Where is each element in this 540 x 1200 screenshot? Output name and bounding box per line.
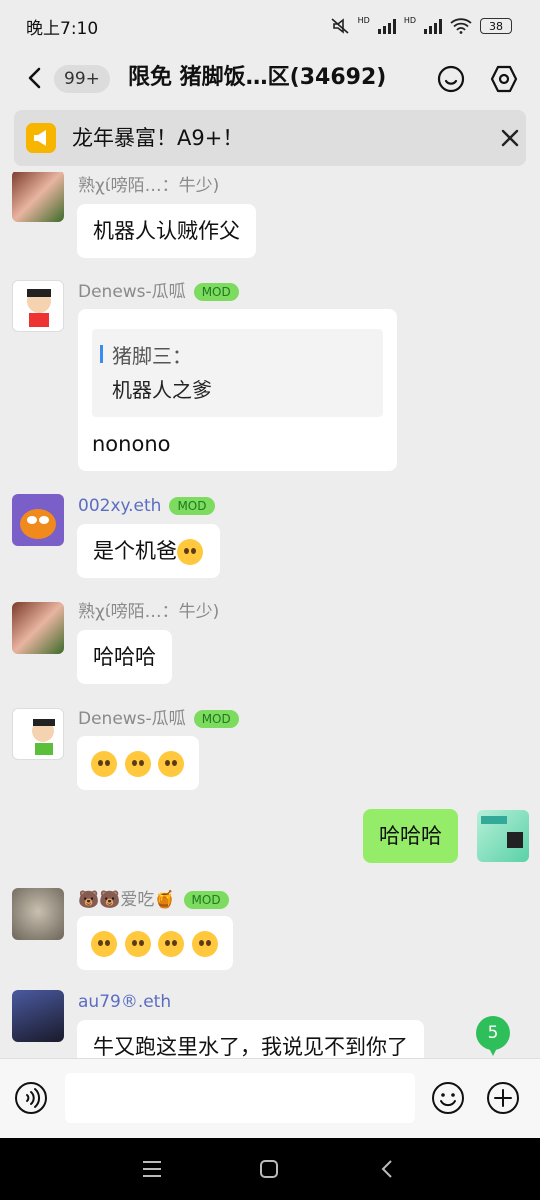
mute-icon: [331, 18, 349, 34]
signal-icon-1: [377, 18, 396, 34]
message-bubble[interactable]: 是个机爸: [77, 524, 220, 578]
laughing-emoji-icon: [158, 931, 185, 957]
laughing-emoji-icon: [192, 931, 219, 957]
sender-name-text: 002xy.eth: [78, 496, 162, 516]
hd-label-2: HD: [403, 15, 416, 25]
sender-name[interactable]: 🐻🐻爱吃🍯 MOD: [78, 888, 229, 912]
sender-name-text: Denews-瓜呱: [78, 282, 186, 302]
blush-emoji-icon: [177, 539, 203, 565]
laughing-emoji-icon: [91, 931, 117, 957]
avatar[interactable]: [12, 172, 64, 222]
nav-back-icon[interactable]: [376, 1158, 398, 1180]
sender-name[interactable]: 002xy.eth MOD: [78, 494, 215, 518]
status-bar: 晚上7:10 HD HD 38: [0, 0, 540, 52]
back-icon[interactable]: [22, 64, 48, 92]
own-message-bubble[interactable]: 哈哈哈: [363, 809, 458, 863]
smiley-icon[interactable]: [436, 64, 466, 94]
voice-icon[interactable]: [14, 1081, 48, 1115]
message-bubble[interactable]: 机器人认贼作父: [77, 204, 256, 258]
avatar[interactable]: [12, 990, 64, 1042]
pleading-emoji-icon: [91, 751, 117, 777]
sender-name[interactable]: Denews-瓜呱 MOD: [78, 280, 239, 304]
message-list[interactable]: 熟χί嗙陌…：牛少) 机器人认贼作父 Denews-瓜呱 MOD 猪脚三： 机器…: [0, 172, 540, 1058]
home-icon[interactable]: [258, 1158, 280, 1180]
message-bubble[interactable]: 猪脚三： 机器人之爹 nonono: [78, 309, 397, 471]
new-messages-badge[interactable]: 5: [476, 1016, 510, 1056]
emoji-icon[interactable]: [431, 1081, 465, 1115]
input-bar: [0, 1058, 540, 1138]
system-nav-bar: [0, 1138, 540, 1200]
battery-indicator: 38: [480, 18, 512, 34]
hexagon-settings-icon[interactable]: [489, 64, 519, 94]
quote-text: 机器人之爹: [112, 378, 212, 402]
message-bubble[interactable]: 哈哈哈: [77, 630, 172, 684]
quoted-message[interactable]: 猪脚三： 机器人之爹: [92, 329, 383, 417]
status-icons: HD HD 38: [330, 15, 512, 35]
megaphone-icon: [26, 123, 56, 153]
sender-name[interactable]: 熟χί嗙陌…：牛少): [78, 600, 219, 624]
message-bubble[interactable]: [77, 916, 234, 970]
announcement-bar[interactable]: 龙年暴富！A9+！: [14, 110, 526, 166]
sender-name[interactable]: Denews-瓜呱 MOD: [78, 707, 239, 731]
sender-name[interactable]: au79®.eth: [78, 990, 171, 1014]
quote-sender: 猪脚三：: [112, 344, 192, 368]
laughing-emoji-icon: [124, 931, 151, 957]
hd-label-1: HD: [357, 15, 370, 25]
message-text: 是个机爸: [93, 539, 177, 563]
game-avatar-icon: [481, 816, 523, 848]
menu-icon[interactable]: [141, 1158, 163, 1180]
cartoon-avatar-icon: [32, 719, 55, 755]
announcement-text: 龙年暴富！A9+！: [72, 126, 244, 150]
avatar[interactable]: [12, 888, 64, 940]
plus-icon[interactable]: [486, 1081, 520, 1115]
status-time: 晚上7:10: [26, 18, 99, 39]
sender-name-text: 🐻🐻爱吃🍯: [78, 890, 176, 910]
close-icon[interactable]: [498, 126, 522, 150]
avatar[interactable]: [12, 494, 64, 546]
message-text: nonono: [92, 432, 171, 456]
pleading-emoji-icon: [124, 751, 151, 777]
message-bubble[interactable]: [77, 736, 200, 790]
sender-name[interactable]: 熟χί嗙陌…：牛少): [78, 174, 219, 198]
avatar[interactable]: [12, 280, 64, 332]
cartoon-avatar-icon: [27, 289, 51, 327]
avatar[interactable]: [12, 602, 64, 654]
unread-count-pill[interactable]: 99+: [54, 65, 110, 93]
signal-icon-2: [424, 18, 442, 34]
own-avatar[interactable]: [477, 810, 529, 862]
garfield-avatar-icon: [20, 509, 56, 539]
message-input[interactable]: [65, 1073, 415, 1123]
mod-badge: MOD: [183, 891, 229, 909]
pleading-emoji-icon: [158, 751, 185, 777]
sender-name-text: Denews-瓜呱: [78, 709, 186, 729]
mod-badge: MOD: [193, 283, 239, 301]
mod-badge: MOD: [193, 710, 239, 728]
chat-header: 99+ 限免 猪脚饭…区(34692): [0, 52, 540, 104]
mod-badge: MOD: [169, 497, 215, 515]
quote-bar: [100, 345, 103, 363]
chat-title: 限免 猪脚饭…区(34692): [128, 65, 387, 90]
message-bubble[interactable]: 牛又跑这里水了，我说见不到你了: [77, 1020, 424, 1058]
avatar[interactable]: [12, 708, 64, 760]
wifi-icon: [450, 18, 472, 34]
